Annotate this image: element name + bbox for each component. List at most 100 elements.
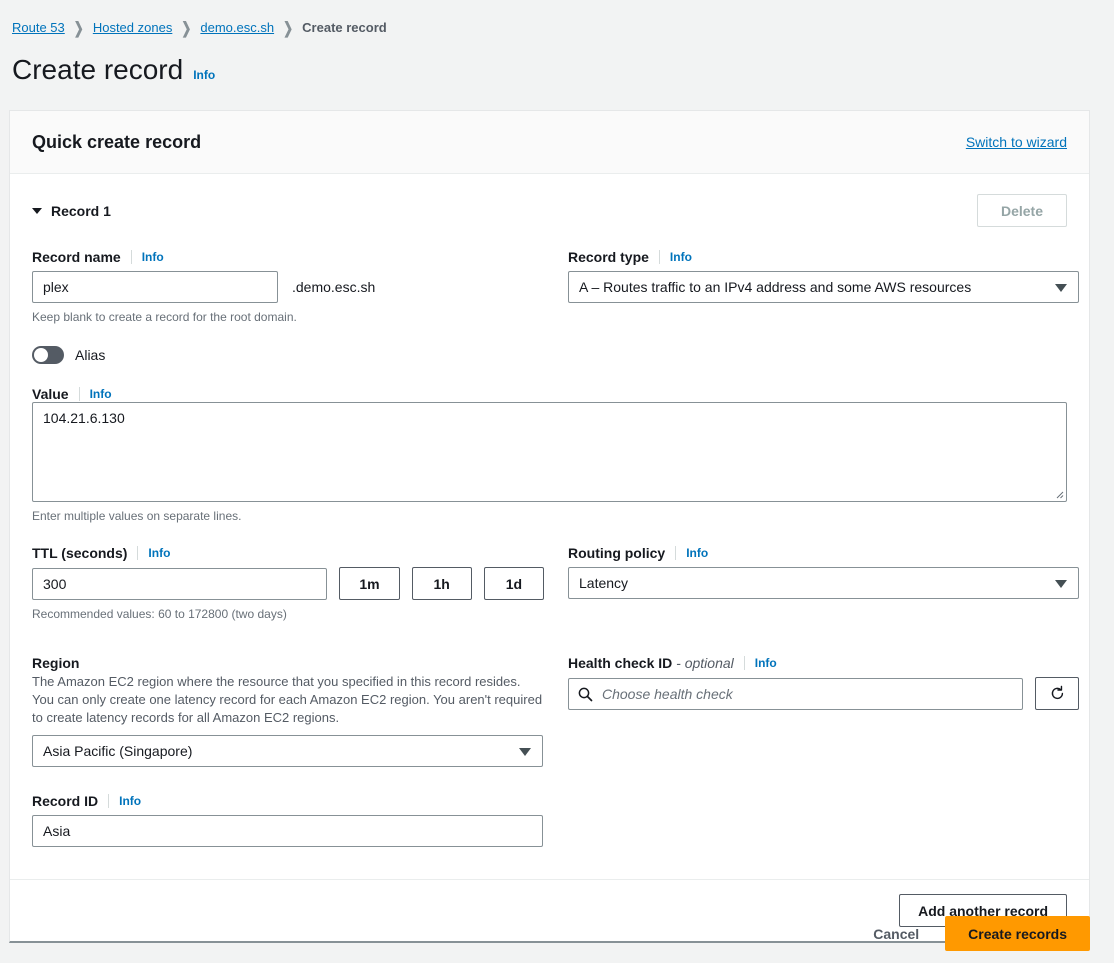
- form-row-ttl-routing: TTL (seconds) Info 1m 1h 1d Recommended …: [32, 545, 1067, 643]
- value-field: Value Info: [32, 386, 544, 402]
- panel-header: Quick create record Switch to wizard: [10, 111, 1089, 174]
- label-divider: [744, 656, 745, 670]
- ttl-preset-1m-button[interactable]: 1m: [339, 567, 399, 600]
- create-records-button[interactable]: Create records: [945, 916, 1090, 951]
- breadcrumb-item-hosted-zones[interactable]: Hosted zones: [93, 20, 173, 36]
- alias-toggle-knob: [34, 348, 48, 362]
- ttl-field: TTL (seconds) Info 1m 1h 1d Recommended …: [32, 545, 544, 623]
- quick-create-record-panel: Quick create record Switch to wizard Rec…: [9, 110, 1090, 943]
- breadcrumb-separator-icon: ❯: [181, 17, 191, 39]
- record-type-select[interactable]: A – Routes traffic to an IPv4 address an…: [568, 271, 1079, 303]
- region-field: Region The Amazon EC2 region where the r…: [32, 655, 544, 767]
- alias-toggle[interactable]: [32, 346, 64, 364]
- value-hint: Enter multiple values on separate lines.: [32, 507, 1067, 525]
- record-name-input-row: .demo.esc.sh: [32, 271, 544, 303]
- value-label: Value: [32, 386, 69, 402]
- value-textarea[interactable]: [32, 402, 1067, 502]
- record-id-input[interactable]: [32, 815, 543, 847]
- label-divider: [675, 546, 676, 560]
- record-type-label: Record type: [568, 249, 649, 265]
- record-id-label: Record ID: [32, 793, 98, 809]
- health-check-input[interactable]: [568, 678, 1023, 710]
- breadcrumb-item-route-53[interactable]: Route 53: [12, 20, 65, 36]
- record-name-label: Record name: [32, 249, 121, 265]
- breadcrumb-separator-icon: ❯: [74, 17, 84, 39]
- label-divider: [108, 794, 109, 808]
- record-collapse-toggle[interactable]: Record 1: [32, 203, 111, 219]
- region-label: Region: [32, 655, 79, 671]
- health-check-info-link[interactable]: Info: [755, 656, 777, 670]
- label-divider: [659, 250, 660, 264]
- ttl-input[interactable]: [32, 568, 327, 600]
- page-actions: Cancel Create records: [869, 916, 1090, 951]
- alias-toggle-row[interactable]: Alias: [32, 346, 544, 364]
- form-row-record-id: Record ID Info: [32, 793, 1067, 867]
- record-name-hint: Keep blank to create a record for the ro…: [32, 308, 544, 326]
- health-check-label-row: Health check ID - optional Info: [568, 655, 1079, 671]
- label-divider: [137, 546, 138, 560]
- record-name-label-row: Record name Info: [32, 249, 544, 265]
- health-check-input-wrap: [568, 678, 1023, 710]
- record-name-field: Record name Info .demo.esc.sh Keep blank…: [32, 249, 544, 326]
- record-name-info-link[interactable]: Info: [142, 250, 164, 264]
- form-row-name-type: Record name Info .demo.esc.sh Keep blank…: [32, 249, 1067, 422]
- routing-policy-column: Routing policy Info Latency: [568, 545, 1079, 643]
- region-description: The Amazon EC2 region where the resource…: [32, 673, 544, 727]
- record-name-input[interactable]: [32, 271, 278, 303]
- routing-policy-field: Routing policy Info Latency: [568, 545, 1079, 599]
- health-check-field: Health check ID - optional Info: [568, 655, 1079, 710]
- record-id-spacer: [568, 793, 1079, 867]
- record-type-select-wrap: A – Routes traffic to an IPv4 address an…: [568, 271, 1079, 303]
- ttl-label: TTL (seconds): [32, 545, 127, 561]
- refresh-icon: [1049, 685, 1066, 702]
- health-check-label-text: Health check ID: [568, 655, 672, 671]
- breadcrumb-item-current: Create record: [302, 20, 387, 36]
- chevron-down-icon: [32, 208, 42, 214]
- routing-policy-label: Routing policy: [568, 545, 665, 561]
- refresh-health-checks-button[interactable]: [1035, 677, 1079, 710]
- record-type-field: Record type Info A – Routes traffic to a…: [568, 249, 1079, 303]
- ttl-hint: Recommended values: 60 to 172800 (two da…: [32, 605, 544, 623]
- switch-to-wizard-link[interactable]: Switch to wizard: [966, 134, 1067, 150]
- record-type-label-row: Record type Info: [568, 249, 1079, 265]
- page-title-row: Create record Info: [0, 40, 1114, 88]
- health-check-input-row: [568, 677, 1079, 710]
- value-label-row: Value Info: [32, 386, 544, 402]
- routing-policy-info-link[interactable]: Info: [686, 546, 708, 560]
- breadcrumb-item-hosted-zone[interactable]: demo.esc.sh: [200, 20, 274, 36]
- alias-toggle-label: Alias: [75, 347, 105, 363]
- breadcrumb: Route 53 ❯ Hosted zones ❯ demo.esc.sh ❯ …: [0, 0, 1114, 40]
- record-type-column: Record type Info A – Routes traffic to a…: [568, 249, 1079, 422]
- region-label-row: Region: [32, 655, 544, 671]
- ttl-column: TTL (seconds) Info 1m 1h 1d Recommended …: [32, 545, 544, 643]
- routing-policy-select-wrap: Latency: [568, 567, 1079, 599]
- health-check-label: Health check ID - optional: [568, 655, 734, 671]
- cancel-button[interactable]: Cancel: [869, 918, 923, 950]
- region-select[interactable]: Asia Pacific (Singapore): [32, 735, 543, 767]
- record-type-info-link[interactable]: Info: [670, 250, 692, 264]
- record-label: Record 1: [51, 203, 111, 219]
- region-select-wrap: Asia Pacific (Singapore): [32, 735, 543, 767]
- record-name-column: Record name Info .demo.esc.sh Keep blank…: [32, 249, 544, 422]
- value-textarea-wrap: [32, 402, 1067, 502]
- record-header: Record 1 Delete: [32, 194, 1067, 227]
- ttl-preset-1h-button[interactable]: 1h: [412, 567, 472, 600]
- label-divider: [79, 387, 80, 401]
- routing-policy-select[interactable]: Latency: [568, 567, 1079, 599]
- region-column: Region The Amazon EC2 region where the r…: [32, 655, 544, 787]
- ttl-info-link[interactable]: Info: [148, 546, 170, 560]
- value-info-link[interactable]: Info: [90, 387, 112, 401]
- health-check-column: Health check ID - optional Info: [568, 655, 1079, 787]
- record-id-info-link[interactable]: Info: [119, 794, 141, 808]
- record-id-field: Record ID Info: [32, 793, 544, 847]
- ttl-input-row: 1m 1h 1d: [32, 567, 544, 600]
- page-info-link[interactable]: Info: [193, 68, 215, 82]
- panel-body: Record 1 Delete Record name Info: [10, 174, 1089, 867]
- record-id-column: Record ID Info: [32, 793, 544, 867]
- delete-record-button[interactable]: Delete: [977, 194, 1067, 227]
- health-check-optional-text: - optional: [672, 655, 733, 671]
- record-id-label-row: Record ID Info: [32, 793, 544, 809]
- label-divider: [131, 250, 132, 264]
- create-record-page: Route 53 ❯ Hosted zones ❯ demo.esc.sh ❯ …: [0, 0, 1114, 963]
- ttl-preset-1d-button[interactable]: 1d: [484, 567, 544, 600]
